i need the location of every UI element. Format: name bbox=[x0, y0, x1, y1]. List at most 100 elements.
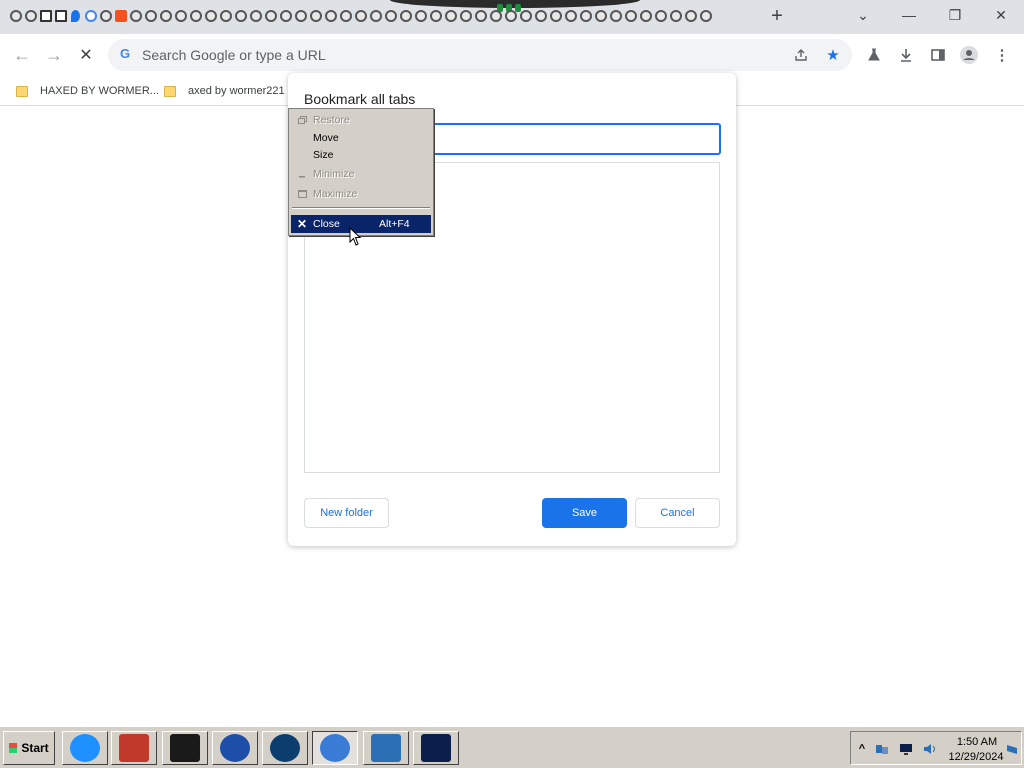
tab-favicon[interactable] bbox=[23, 7, 38, 25]
menu-item-label: Size bbox=[313, 149, 334, 161]
bookmark-star-icon[interactable]: ★ bbox=[824, 46, 842, 64]
tab-favicon[interactable] bbox=[488, 7, 503, 25]
side-panel-icon[interactable] bbox=[928, 45, 948, 65]
tab-favicon[interactable] bbox=[548, 7, 563, 25]
tab-favicon[interactable] bbox=[8, 7, 23, 25]
bookmark-folder-2[interactable]: axed by wormer221 bbox=[164, 82, 285, 100]
tab-favicon[interactable] bbox=[443, 7, 458, 25]
tab-favicon[interactable] bbox=[98, 7, 113, 25]
save-button[interactable]: Save bbox=[542, 498, 627, 528]
tab-favicon[interactable] bbox=[623, 7, 638, 25]
tab-favicon[interactable] bbox=[608, 7, 623, 25]
cancel-button[interactable]: Cancel bbox=[635, 498, 720, 528]
tab-favicon[interactable] bbox=[563, 7, 578, 25]
menu-item-move[interactable]: Move bbox=[291, 129, 431, 147]
restore-button[interactable]: ❐ bbox=[932, 0, 978, 30]
network-icon[interactable] bbox=[875, 742, 889, 756]
tab-favicon[interactable] bbox=[293, 7, 308, 25]
taskbar-app-red-app[interactable] bbox=[111, 731, 157, 765]
tab-favicon[interactable] bbox=[248, 7, 263, 25]
clock-date[interactable]: 12/29/2024 bbox=[941, 751, 1011, 763]
clock-time[interactable]: 1:50 AM bbox=[947, 736, 1007, 748]
labs-flask-icon[interactable] bbox=[864, 45, 884, 65]
start-button[interactable]: Start bbox=[3, 731, 55, 765]
forward-button[interactable]: → bbox=[41, 42, 67, 68]
taskbar-app-media-player[interactable] bbox=[212, 731, 258, 765]
tab-favicon[interactable] bbox=[203, 7, 218, 25]
tab-favicon[interactable] bbox=[353, 7, 368, 25]
restore-icon bbox=[291, 116, 313, 124]
tab-favicon[interactable] bbox=[503, 7, 518, 25]
tab-favicon[interactable] bbox=[38, 7, 53, 25]
tab-favicon[interactable] bbox=[158, 7, 173, 25]
browser-toolbar: ← → ✕ G Search Google or type a URL ★ ⋮ bbox=[0, 34, 1024, 76]
tab-favicon[interactable] bbox=[308, 7, 323, 25]
tab-favicon[interactable] bbox=[428, 7, 443, 25]
taskbar-app-globe-app[interactable] bbox=[262, 731, 308, 765]
tab-favicon[interactable] bbox=[53, 7, 68, 25]
menu-item-minimize[interactable]: Minimize bbox=[291, 165, 431, 183]
tab-favicon[interactable] bbox=[83, 7, 98, 25]
tab-favicon[interactable] bbox=[338, 7, 353, 25]
tab-favicon[interactable] bbox=[143, 7, 158, 25]
taskbar-app-black-box-app[interactable] bbox=[162, 731, 208, 765]
new-folder-button[interactable]: New folder bbox=[304, 498, 389, 528]
tab-favicon[interactable] bbox=[683, 7, 698, 25]
tab-favicon[interactable] bbox=[473, 7, 488, 25]
bookmark-folder-label: HAXED BY WORMER... bbox=[40, 85, 159, 97]
tab-favicon[interactable] bbox=[578, 7, 593, 25]
windows-flag-icon bbox=[9, 743, 18, 753]
tab-favicon[interactable] bbox=[68, 7, 83, 25]
tab-favicon[interactable] bbox=[278, 7, 293, 25]
share-icon[interactable] bbox=[792, 46, 810, 64]
tab-favicon[interactable] bbox=[668, 7, 683, 25]
menu-kebab-icon[interactable]: ⋮ bbox=[992, 45, 1012, 65]
tab-favicon[interactable] bbox=[698, 7, 713, 25]
tab-favicon[interactable] bbox=[638, 7, 653, 25]
menu-separator bbox=[292, 207, 430, 209]
download-icon[interactable] bbox=[896, 45, 916, 65]
show-desktop-icon[interactable] bbox=[1005, 742, 1019, 756]
tab-favicon[interactable] bbox=[188, 7, 203, 25]
tab-favicon[interactable] bbox=[458, 7, 473, 25]
tab-favicon[interactable] bbox=[128, 7, 143, 25]
taskbar-app-internet-explorer[interactable] bbox=[62, 731, 108, 765]
back-button[interactable]: ← bbox=[9, 42, 35, 68]
new-tab-button[interactable]: + bbox=[766, 6, 788, 28]
red-app-icon bbox=[119, 734, 149, 762]
tray-expand-icon[interactable]: ^ bbox=[855, 742, 869, 756]
stop-button[interactable]: ✕ bbox=[73, 42, 99, 68]
tab-favicon[interactable] bbox=[263, 7, 278, 25]
tab-favicon[interactable] bbox=[113, 7, 128, 25]
taskbar-app-powershell[interactable] bbox=[363, 731, 409, 765]
minimize-button[interactable]: — bbox=[886, 0, 932, 30]
window-system-menu: Restore Move Size Minimize Maximize ✕ Cl… bbox=[288, 108, 434, 236]
google-icon: G bbox=[120, 46, 131, 61]
tab-favicon[interactable] bbox=[233, 7, 248, 25]
tab-search-button[interactable]: ⌄ bbox=[840, 0, 886, 30]
menu-item-maximize[interactable]: Maximize bbox=[291, 185, 431, 203]
tab-favicon[interactable] bbox=[653, 7, 668, 25]
tab-favicon[interactable] bbox=[218, 7, 233, 25]
volume-icon[interactable] bbox=[923, 742, 937, 756]
tab-favicon[interactable] bbox=[368, 7, 383, 25]
taskbar-app-terminal-app[interactable] bbox=[413, 731, 459, 765]
taskbar-app-chrome[interactable] bbox=[312, 731, 358, 765]
menu-item-label: Minimize bbox=[313, 168, 355, 180]
tab-favicon[interactable] bbox=[518, 7, 533, 25]
tab-favicon[interactable] bbox=[593, 7, 608, 25]
tab-favicon[interactable] bbox=[173, 7, 188, 25]
tab-favicon[interactable] bbox=[413, 7, 428, 25]
tab-favicon[interactable] bbox=[398, 7, 413, 25]
profile-avatar-icon[interactable] bbox=[959, 45, 979, 65]
close-window-button[interactable]: ✕ bbox=[978, 0, 1024, 30]
menu-item-label: Maximize bbox=[313, 188, 358, 200]
tab-favicon[interactable] bbox=[323, 7, 338, 25]
bookmark-folder-1[interactable]: HAXED BY WORMER... bbox=[16, 82, 159, 100]
omnibox[interactable]: G Search Google or type a URL ★ bbox=[108, 39, 852, 71]
tab-favicon[interactable] bbox=[533, 7, 548, 25]
monitor-icon[interactable] bbox=[899, 742, 913, 756]
menu-item-restore[interactable]: Restore bbox=[291, 111, 431, 129]
menu-item-size[interactable]: Size bbox=[291, 146, 431, 164]
tab-favicon[interactable] bbox=[383, 7, 398, 25]
